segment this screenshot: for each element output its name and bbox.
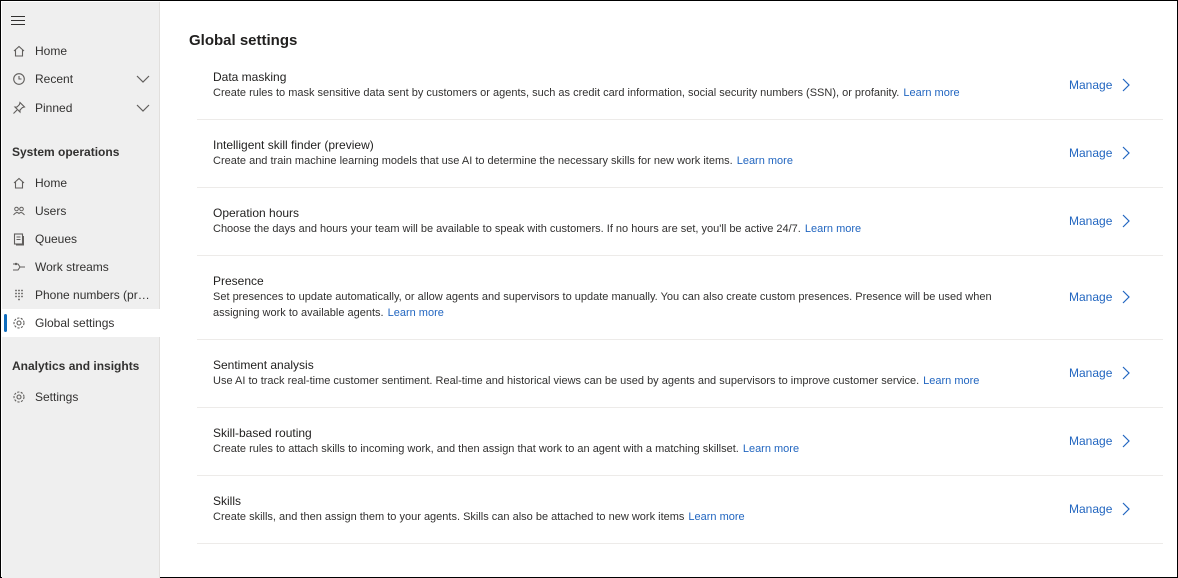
sidebar-item-label: Recent — [35, 72, 74, 86]
section-heading-analytics: Analytics and insights — [12, 359, 140, 373]
setting-description: Create rules to mask sensitive data sent… — [213, 85, 1013, 101]
manage-button[interactable]: Manage — [1069, 146, 1131, 160]
manage-label: Manage — [1069, 78, 1113, 92]
chevron-right-icon — [1122, 146, 1131, 160]
setting-description-text: Choose the days and hours your team will… — [213, 223, 801, 235]
setting-description-text: Use AI to track real-time customer senti… — [213, 375, 920, 387]
chevron-right-icon — [1122, 502, 1131, 516]
setting-row-sentiment-analysis: Sentiment analysis Use AI to track real-… — [197, 340, 1163, 408]
chevron-right-icon — [1122, 214, 1131, 228]
manage-button[interactable]: Manage — [1069, 434, 1131, 448]
manage-label: Manage — [1069, 366, 1113, 380]
chevron-right-icon — [1122, 290, 1131, 304]
sidebar-item-label: Home — [35, 44, 68, 58]
learn-more-link[interactable]: Learn more — [923, 375, 979, 387]
workstreams-icon — [13, 262, 25, 271]
sidebar-item-users[interactable]: Users — [2, 197, 160, 225]
sidebar-item-home[interactable]: Home — [2, 37, 160, 65]
sidebar-item-label: Settings — [35, 390, 79, 404]
setting-row-skill-based-routing: Skill-based routing Create rules to atta… — [197, 408, 1163, 476]
sidebar-item-label: Queues — [35, 232, 78, 246]
main-content: Global settings Data masking Create rule… — [161, 2, 1178, 578]
setting-description-text: Create rules to mask sensitive data sent… — [213, 87, 900, 99]
setting-row-data-masking: Data masking Create rules to mask sensit… — [197, 52, 1163, 120]
sidebar-item-label: Global settings — [35, 316, 115, 330]
manage-button[interactable]: Manage — [1069, 214, 1131, 228]
setting-row-operation-hours: Operation hours Choose the days and hour… — [197, 188, 1163, 256]
setting-title: Intelligent skill finder (preview) — [213, 138, 374, 152]
manage-label: Manage — [1069, 502, 1113, 516]
sidebar-item-label: Work streams — [35, 260, 109, 274]
gear-icon — [13, 317, 25, 329]
clock-icon — [13, 73, 25, 85]
home-icon — [13, 45, 25, 57]
setting-title: Presence — [213, 274, 264, 288]
page-title: Global settings — [189, 32, 298, 49]
learn-more-link[interactable]: Learn more — [737, 155, 793, 167]
sidebar-item-recent[interactable]: Recent — [2, 65, 160, 93]
sidebar-item-queues[interactable]: Queues — [2, 225, 160, 253]
chevron-right-icon — [1122, 366, 1131, 380]
learn-more-link[interactable]: Learn more — [743, 443, 799, 455]
sidebar-item-phone-numbers[interactable]: Phone numbers (pre... — [2, 281, 160, 309]
chevron-down-icon[interactable] — [136, 73, 150, 85]
sidebar-item-label: Home — [35, 176, 68, 190]
setting-description: Choose the days and hours your team will… — [213, 221, 1013, 237]
setting-description-text: Create skills, and then assign them to y… — [213, 511, 685, 523]
sidebar-item-label: Users — [35, 204, 67, 218]
setting-title: Operation hours — [213, 206, 300, 220]
setting-description: Create rules to attach skills to incomin… — [213, 441, 1013, 457]
home-icon — [13, 177, 25, 189]
manage-label: Manage — [1069, 290, 1113, 304]
setting-title: Data masking — [213, 70, 287, 84]
manage-button[interactable]: Manage — [1069, 502, 1131, 516]
setting-title: Skill-based routing — [213, 426, 312, 440]
chevron-right-icon — [1122, 78, 1131, 92]
setting-description-text: Set presences to update automatically, o… — [213, 291, 992, 319]
setting-description-text: Create rules to attach skills to incomin… — [213, 443, 739, 455]
sidebar-item-label: Phone numbers (pre... — [35, 288, 150, 302]
pin-icon — [13, 101, 26, 114]
setting-description: Create and train machine learning models… — [213, 153, 1013, 169]
app-window: Home Recent Pinned System operations Hom… — [0, 0, 1178, 578]
manage-button[interactable]: Manage — [1069, 290, 1131, 304]
manage-label: Manage — [1069, 146, 1113, 160]
setting-row-intelligent-skill-finder: Intelligent skill finder (preview) Creat… — [197, 120, 1163, 188]
sidebar-item-settings[interactable]: Settings — [2, 383, 160, 411]
manage-button[interactable]: Manage — [1069, 78, 1131, 92]
manage-label: Manage — [1069, 214, 1113, 228]
hamburger-menu-icon[interactable] — [11, 13, 27, 27]
dialpad-icon — [15, 289, 23, 301]
setting-description: Create skills, and then assign them to y… — [213, 509, 1013, 525]
queues-icon — [13, 233, 24, 246]
section-heading-system-operations: System operations — [12, 145, 120, 159]
setting-row-skills: Skills Create skills, and then assign th… — [197, 476, 1163, 544]
sidebar-item-pinned[interactable]: Pinned — [2, 94, 160, 122]
chevron-right-icon — [1122, 434, 1131, 448]
sidebar-item-label: Pinned — [35, 101, 73, 115]
sidebar-item-global-settings[interactable]: Global settings — [2, 309, 160, 337]
chevron-down-icon[interactable] — [136, 102, 150, 114]
sidebar-item-system-home[interactable]: Home — [2, 169, 160, 197]
setting-description: Use AI to track real-time customer senti… — [213, 373, 1013, 389]
setting-row-presence: Presence Set presences to update automat… — [197, 256, 1163, 340]
setting-description: Set presences to update automatically, o… — [213, 289, 1013, 321]
setting-title: Skills — [213, 494, 242, 508]
learn-more-link[interactable]: Learn more — [688, 511, 744, 523]
learn-more-link[interactable]: Learn more — [805, 223, 861, 235]
users-icon — [13, 206, 25, 216]
gear-icon — [13, 391, 25, 403]
manage-label: Manage — [1069, 434, 1113, 448]
setting-description-text: Create and train machine learning models… — [213, 155, 733, 167]
manage-button[interactable]: Manage — [1069, 366, 1131, 380]
sidebar: Home Recent Pinned System operations Hom… — [2, 2, 160, 578]
learn-more-link[interactable]: Learn more — [903, 87, 959, 99]
setting-title: Sentiment analysis — [213, 358, 314, 372]
sidebar-item-work-streams[interactable]: Work streams — [2, 253, 160, 281]
learn-more-link[interactable]: Learn more — [388, 307, 444, 319]
